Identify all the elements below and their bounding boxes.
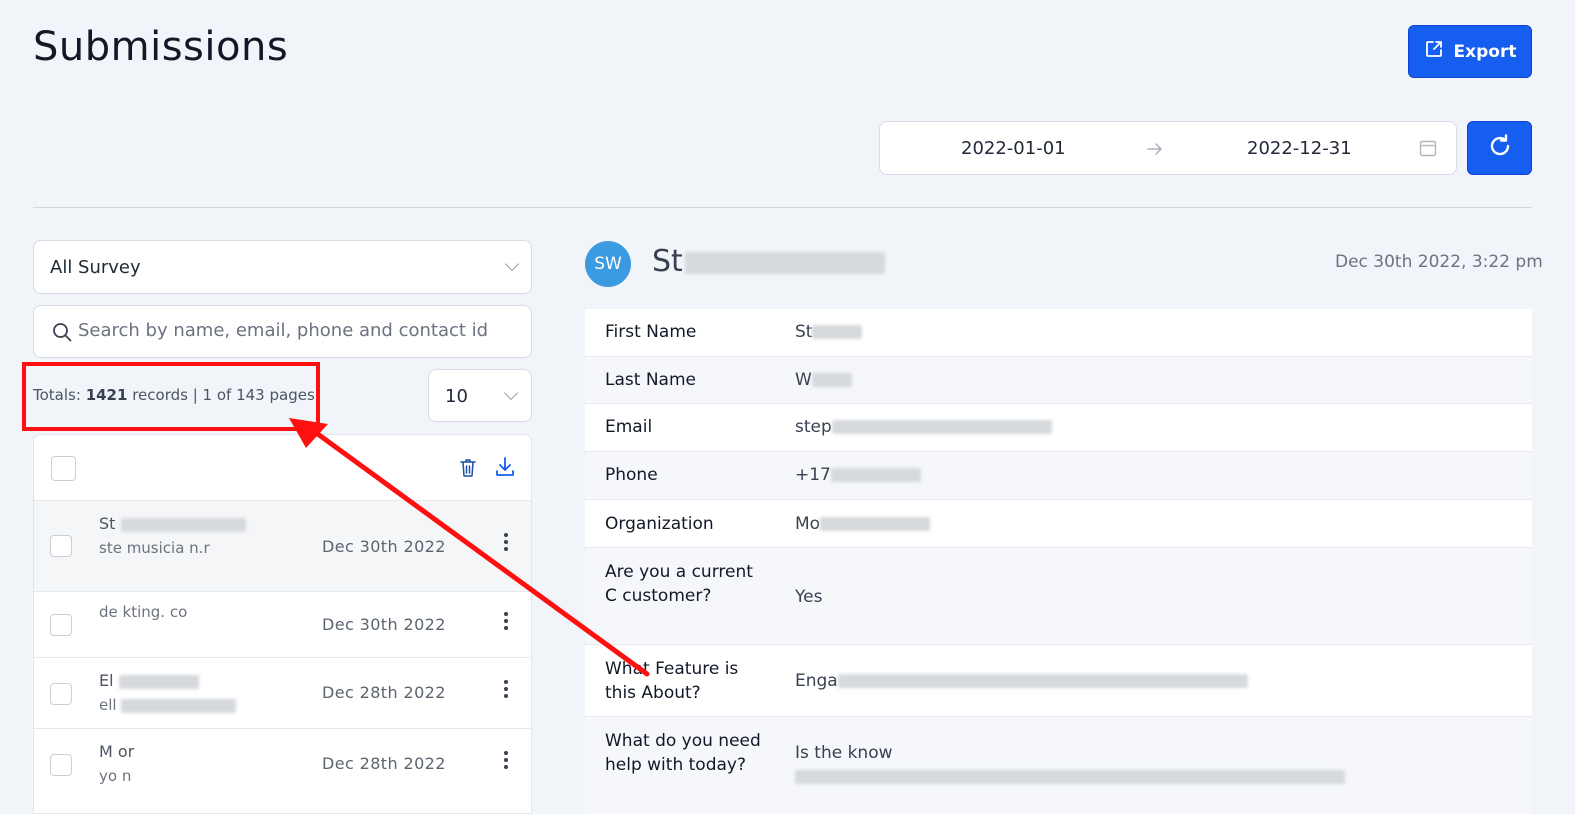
- field-value: +17: [795, 463, 921, 487]
- row-menu-icon[interactable]: [504, 751, 508, 772]
- row-checkbox[interactable]: [50, 683, 72, 705]
- field-label: What Feature is this About?: [605, 659, 739, 703]
- row-name: El: [99, 671, 199, 690]
- field-label: Are you a current C customer?: [605, 562, 753, 606]
- list-item[interactable]: M or yo n Dec 28th 2022: [34, 728, 531, 799]
- header-divider: [33, 207, 1532, 208]
- row-name: M or: [99, 742, 135, 761]
- export-button[interactable]: Export: [1408, 25, 1532, 78]
- select-all-checkbox[interactable]: [51, 456, 76, 481]
- detail-row: What Feature is this About? Enga: [585, 645, 1532, 717]
- page-title: Submissions: [33, 24, 289, 70]
- date-range-picker[interactable]: 2022-01-01 2022-12-31: [879, 121, 1457, 175]
- field-label: Organization: [605, 514, 714, 534]
- search-field[interactable]: [33, 305, 532, 358]
- field-value: Mo: [795, 512, 931, 536]
- detail-row: Last Name W: [585, 357, 1532, 404]
- download-icon[interactable]: [494, 456, 516, 482]
- detail-row: What do you need help with today? Is the…: [585, 717, 1532, 814]
- list-item[interactable]: St ste musicia n.r Dec 30th 2022: [34, 500, 531, 591]
- field-label: First Name: [605, 322, 697, 342]
- chevron-down-icon: [504, 256, 520, 272]
- search-input[interactable]: [78, 320, 518, 341]
- submission-timestamp: Dec 30th 2022, 3:22 pm: [1335, 252, 1543, 272]
- contact-name: St: [652, 244, 885, 279]
- search-icon: [52, 322, 72, 346]
- field-label: Email: [605, 417, 653, 437]
- detail-row: Phone +17: [585, 452, 1532, 500]
- page-size-value: 10: [445, 386, 468, 407]
- field-label: Last Name: [605, 370, 696, 390]
- field-label: Phone: [605, 465, 658, 485]
- avatar: SW: [585, 241, 631, 287]
- arrow-right-icon: [1146, 140, 1164, 162]
- page-size-select[interactable]: 10: [428, 369, 532, 422]
- chevron-down-icon: [503, 385, 519, 401]
- date-end[interactable]: 2022-12-31: [1247, 138, 1352, 159]
- field-value: W: [795, 368, 852, 392]
- row-checkbox[interactable]: [50, 535, 72, 557]
- trash-icon[interactable]: [458, 457, 478, 483]
- row-name: St: [99, 514, 246, 533]
- date-start[interactable]: 2022-01-01: [961, 138, 1066, 159]
- field-value: step: [795, 415, 1052, 439]
- refresh-icon: [1486, 132, 1514, 164]
- refresh-button[interactable]: [1467, 121, 1532, 175]
- row-menu-icon[interactable]: [504, 612, 508, 633]
- export-label: Export: [1453, 41, 1517, 62]
- list-item[interactable]: de kting. co Dec 30th 2022: [34, 591, 531, 657]
- row-date: Dec 30th 2022: [322, 615, 446, 634]
- detail-row: Email step: [585, 404, 1532, 452]
- row-date: Dec 28th 2022: [322, 754, 446, 773]
- row-email: ste musicia n.r: [99, 539, 210, 557]
- row-date: Dec 30th 2022: [322, 537, 446, 556]
- row-menu-icon[interactable]: [504, 680, 508, 701]
- row-email: yo n: [99, 767, 132, 785]
- field-value: Enga: [795, 669, 1248, 693]
- field-label: What do you need help with today?: [605, 731, 761, 775]
- field-value: St: [795, 320, 863, 344]
- survey-select[interactable]: All Survey: [33, 240, 532, 294]
- field-value: Yes: [795, 587, 823, 607]
- row-email: de kting. co: [99, 603, 188, 621]
- submission-details: First Name St Last Name W Email step Pho…: [585, 309, 1532, 814]
- survey-select-value: All Survey: [50, 257, 141, 278]
- annotation-highlight-box: [22, 362, 320, 431]
- submissions-list: St ste musicia n.r Dec 30th 2022 de ktin…: [33, 434, 532, 814]
- row-date: Dec 28th 2022: [322, 683, 446, 702]
- detail-row: First Name St: [585, 309, 1532, 357]
- row-email: ell: [99, 695, 294, 716]
- row-checkbox[interactable]: [50, 614, 72, 636]
- field-value: Is the know: [795, 741, 1395, 789]
- row-checkbox[interactable]: [50, 754, 72, 776]
- detail-row: Are you a current C customer? Yes: [585, 548, 1532, 645]
- list-item[interactable]: El ell Dec 28th 2022: [34, 657, 531, 728]
- calendar-icon: [1419, 139, 1437, 161]
- export-icon: [1424, 39, 1444, 64]
- detail-row: Organization Mo: [585, 500, 1532, 548]
- row-menu-icon[interactable]: [504, 533, 508, 554]
- list-toolbar: [34, 435, 531, 500]
